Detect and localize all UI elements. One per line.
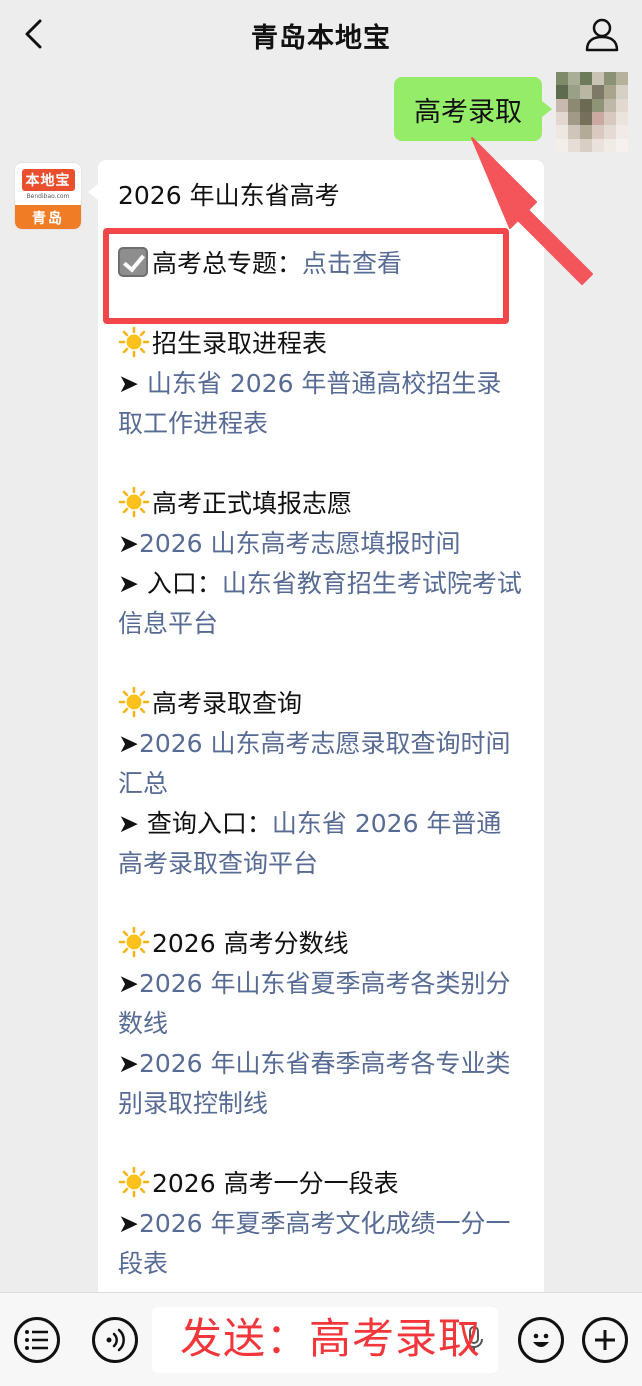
- sun-icon: [118, 686, 150, 718]
- line-prefix: ➤: [118, 1209, 139, 1238]
- line-prefix: ➤: [118, 969, 139, 998]
- line-prefix: ➤ 查询入口：: [118, 809, 272, 838]
- section-title: 2026 高考一分一段表: [152, 1169, 399, 1198]
- sun-icon: [118, 486, 150, 518]
- profile-button[interactable]: [580, 12, 624, 56]
- bot-avatar-logo: 本地宝 Bendibao.com: [15, 163, 81, 205]
- line-prefix: ➤: [118, 369, 147, 398]
- chat-header: 青岛本地宝: [0, 0, 642, 70]
- line-prefix: ➤ 入口：: [118, 569, 222, 598]
- bot-avatar-brand: 本地宝: [21, 168, 75, 191]
- section-title: 高考正式填报志愿: [152, 489, 353, 518]
- section-link[interactable]: 2026 年山东省春季高考各专业类别录取控制线: [118, 1049, 511, 1118]
- line-prefix: ➤: [118, 529, 139, 558]
- section-link[interactable]: 2026 山东高考志愿录取查询时间汇总: [118, 729, 511, 798]
- bot-avatar-city: 青岛: [15, 205, 81, 229]
- chevron-left-icon: [25, 19, 42, 49]
- menu-button[interactable]: [14, 1317, 60, 1363]
- message-heading: 2026 年山东省高考: [118, 181, 340, 210]
- section-title: 招生录取进程表: [152, 329, 328, 358]
- highlight-annotation-box: [103, 228, 509, 324]
- section-score-lines: 2026 高考分数线 ➤2026 年山东省夏季高考各类别分数线 ➤2026 年山…: [118, 924, 524, 1124]
- line-prefix: ➤: [118, 729, 139, 758]
- section-admission-schedule: 招生录取进程表 ➤ 山东省 2026 年普通高校招生录取工作进程表: [118, 324, 524, 444]
- section-title: 2026 高考分数线: [152, 929, 349, 958]
- red-arrow-icon: [471, 137, 593, 285]
- list-menu-icon: [25, 1330, 48, 1350]
- section-application-filling: 高考正式填报志愿 ➤2026 山东高考志愿填报时间 ➤ 入口：山东省教育招生考试…: [118, 484, 524, 644]
- emoji-button[interactable]: [518, 1317, 564, 1363]
- chat-area[interactable]: 高考录取 本地宝 Bendibao.com 青岛 2026 年山东省高考 高考总…: [0, 70, 642, 1292]
- voice-button[interactable]: [92, 1317, 138, 1363]
- bot-avatar-site: Bendibao.com: [26, 192, 70, 200]
- section-link[interactable]: 山东省 2026 年普通高校招生录取工作进程表: [118, 369, 501, 438]
- section-link[interactable]: 2026 山东高考志愿填报时间: [139, 529, 461, 558]
- sun-icon: [118, 1166, 150, 1198]
- line-prefix: ➤: [118, 1049, 139, 1078]
- section-link[interactable]: 2026 年山东省夏季高考各类别分数线: [118, 969, 511, 1038]
- section-admission-query: 高考录取查询 ➤2026 山东高考志愿录取查询时间汇总 ➤ 查询入口：山东省 2…: [118, 684, 524, 884]
- voice-icon: [106, 1328, 125, 1352]
- emoji-icon: [533, 1333, 549, 1347]
- section-score-distribution: 2026 高考一分一段表 ➤2026 年夏季高考文化成绩一分一段表: [118, 1164, 524, 1284]
- bot-message-bubble: 2026 年山东省高考 高考总专题：点击查看 招生录取进程表 ➤ 山东省 202…: [88, 160, 544, 1292]
- user-message-bubble[interactable]: 高考录取: [394, 77, 552, 141]
- more-button[interactable]: [582, 1317, 628, 1363]
- bottom-input-bar: 发送：高考录取: [0, 1292, 642, 1386]
- sun-icon: [118, 926, 150, 958]
- section-title: 高考录取查询: [152, 689, 303, 718]
- section-link[interactable]: 2026 年夏季高考文化成绩一分一段表: [118, 1209, 511, 1278]
- plus-icon: [595, 1330, 615, 1350]
- send-instruction-annotation: 发送：高考录取: [180, 1314, 482, 1363]
- back-button[interactable]: [14, 14, 54, 54]
- bot-avatar[interactable]: 本地宝 Bendibao.com 青岛: [14, 162, 82, 230]
- chat-title: 青岛本地宝: [251, 22, 391, 54]
- person-icon: [585, 18, 619, 52]
- sun-icon: [118, 326, 150, 358]
- user-message-text: 高考录取: [414, 96, 522, 128]
